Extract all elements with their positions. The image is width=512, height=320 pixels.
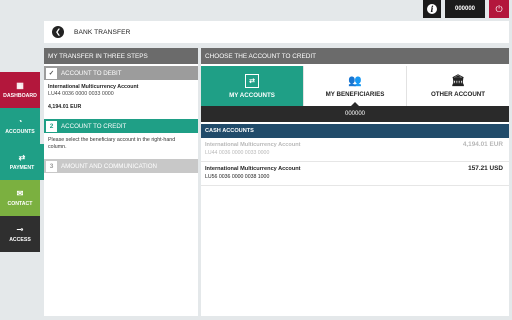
power-icon: ⏻ [495, 3, 503, 14]
bank-icon: 🏛 [451, 75, 465, 87]
transfer-icon: ⇄ [18, 153, 26, 162]
info-button[interactable]: i [423, 0, 441, 18]
account-number: LU44 0036 0000 0033 0000 [205, 150, 270, 156]
step-amount-and-communication[interactable]: 3 AMOUNT AND COMMUNICATION [44, 159, 198, 173]
tab-my-beneficiaries[interactable]: 👥 MY BENEFICIARIES [304, 66, 407, 106]
debit-account-name: International Multicurrency Account [48, 84, 139, 90]
info-icon: i [427, 4, 437, 14]
page-header: ❮ BANK TRANSFER [44, 21, 509, 43]
account-row: International Multicurrency Account LU44… [201, 138, 509, 162]
logout-button[interactable]: ⏻ [489, 0, 509, 18]
transfer-steps-panel: MY TRANSFER IN THREE STEPS ✓ ACCOUNT TO … [44, 48, 198, 316]
sidebar-item-payment[interactable]: ⇄ PAYMENT [0, 144, 44, 180]
step-label: ACCOUNT TO DEBIT [61, 69, 122, 77]
tab-label: MY BENEFICIARIES [325, 91, 385, 98]
credit-hint: Please select the beneficiary account in… [48, 137, 176, 150]
account-balance: 157.21 USD [468, 165, 503, 172]
debit-account-summary: International Multicurrency Account LU44… [44, 80, 198, 117]
back-button[interactable]: ❮ [52, 26, 64, 38]
users-icon: 👥 [348, 75, 362, 87]
debit-account-number: LU44 0036 0000 0033 0000 [48, 91, 114, 97]
sidebar-item-label: ACCOUNTS [5, 129, 35, 135]
account-type-tabs: ⇄ MY ACCOUNTS 👥 MY BENEFICIARIES 🏛 OTHER… [201, 66, 509, 106]
steps-title: MY TRANSFER IN THREE STEPS [44, 48, 198, 64]
tab-other-account[interactable]: 🏛 OTHER ACCOUNT [407, 66, 509, 106]
account-name: International Multicurrency Account [205, 142, 301, 148]
cash-accounts-header: CASH ACCOUNTS [201, 124, 509, 138]
key-icon: ⊸ [16, 225, 24, 234]
transfer-icon: ⇄ [245, 73, 259, 88]
chevron-left-icon: ❮ [55, 29, 61, 36]
step-account-to-debit[interactable]: ✓ ACCOUNT TO DEBIT [44, 66, 198, 80]
step-number: 2 [46, 120, 57, 132]
tab-my-accounts[interactable]: ⇄ MY ACCOUNTS [201, 66, 304, 106]
account-row[interactable]: International Multicurrency Account LU56… [201, 162, 509, 186]
sidebar-item-contact[interactable]: ✉ CONTACT [0, 180, 40, 216]
debit-account-balance: 4,194.01 EUR [48, 104, 82, 110]
step-number: 3 [46, 160, 57, 172]
sidebar-item-label: ACCESS [9, 237, 31, 243]
user-button[interactable]: 000000 [445, 0, 485, 18]
tab-label: MY ACCOUNTS [229, 91, 275, 99]
sidebar-item-accounts[interactable]: ◔ ACCOUNTS [0, 108, 40, 144]
account-number: LU56 0036 0000 0038 1000 [205, 174, 270, 180]
step-account-to-credit[interactable]: 2 ACCOUNT TO CREDIT [44, 119, 198, 133]
grid-icon: ▦ [16, 81, 24, 90]
tab-label: OTHER ACCOUNT [430, 91, 486, 98]
step-label: AMOUNT AND COMMUNICATION [61, 162, 158, 170]
sidebar-item-access[interactable]: ⊸ ACCESS [0, 216, 40, 252]
pie-chart-icon: ◔ [17, 117, 23, 126]
contact-icon: ✉ [16, 189, 24, 198]
account-name: International Multicurrency Account [205, 166, 301, 172]
selected-indicator: 000000 [201, 102, 509, 122]
sidebar-item-label: CONTACT [7, 201, 33, 207]
page-title: BANK TRANSFER [74, 28, 131, 36]
choose-title: CHOOSE THE ACCOUNT TO CREDIT [201, 48, 509, 64]
choose-account-panel: CHOOSE THE ACCOUNT TO CREDIT ⇄ MY ACCOUN… [201, 48, 509, 316]
step-label: ACCOUNT TO CREDIT [61, 122, 127, 130]
sidebar-item-label: DASHBOARD [3, 93, 37, 99]
sidebar-item-label: PAYMENT [9, 165, 35, 171]
account-balance: 4,194.01 EUR [462, 141, 503, 148]
check-icon: ✓ [46, 67, 57, 79]
sidebar-item-dashboard[interactable]: ▦ DASHBOARD [0, 72, 40, 108]
